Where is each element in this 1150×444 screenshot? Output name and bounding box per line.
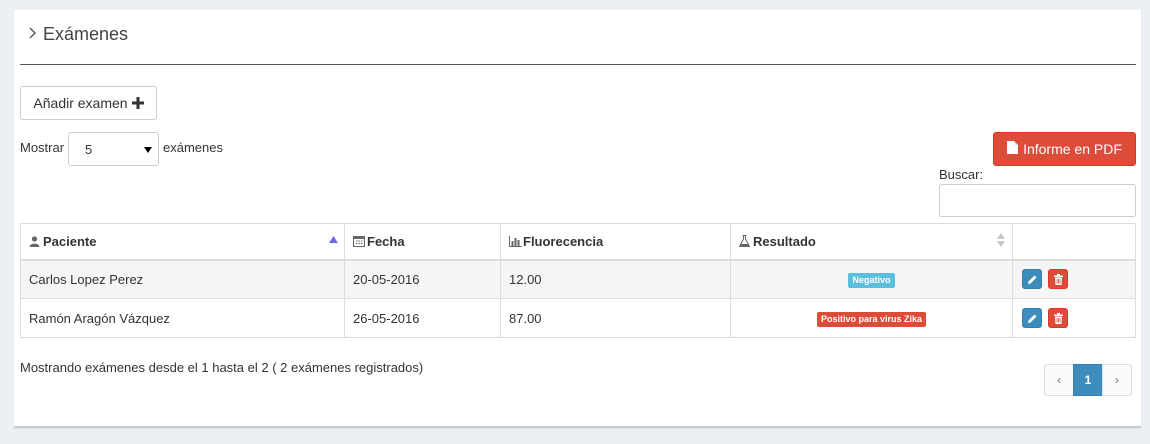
table-row[interactable]: Carlos Lopez Perez 20-05-2016 12.00 Nega… <box>20 259 1136 299</box>
file-icon <box>1007 141 1019 157</box>
length-prefix: Mostrar <box>20 140 65 155</box>
column-label: Fecha <box>367 233 405 249</box>
caret-down-icon <box>144 145 152 155</box>
column-label: Resultado <box>753 233 816 249</box>
page-title: Exámenes <box>43 24 129 44</box>
table-header-row: Paciente Fecha Fluorecencia Resultado <box>20 223 1136 261</box>
table-info: Mostrando exámenes desde el 1 hasta el 2… <box>20 360 424 375</box>
column-header-fluorecencia[interactable]: Fluorecencia <box>500 223 731 261</box>
cell-actions <box>1012 298 1136 338</box>
cell-paciente: Carlos Lopez Perez <box>20 259 345 299</box>
add-exam-button[interactable]: Añadir examen <box>20 86 157 120</box>
length-suffix: exámenes <box>163 140 223 155</box>
cell-fluorecencia: 12.00 <box>500 259 731 299</box>
cell-resultado: Positivo para virus Zika <box>730 298 1013 338</box>
cell-paciente: Ramón Aragón Vázquez <box>20 298 345 338</box>
pdf-report-label: Informe en PDF <box>1023 141 1122 157</box>
chevron-right-icon <box>28 26 37 42</box>
sort-both-icon <box>997 233 1005 248</box>
search-label: Buscar: <box>939 167 984 182</box>
search-input[interactable] <box>939 184 1136 217</box>
cell-fecha: 20-05-2016 <box>344 259 501 299</box>
add-exam-label: Añadir examen <box>33 95 128 111</box>
plus-icon <box>131 95 144 112</box>
column-header-paciente[interactable]: Paciente <box>20 223 345 261</box>
delete-button[interactable] <box>1047 269 1068 290</box>
exams-table: Paciente Fecha Fluorecencia Resultado Ca… <box>20 223 1136 338</box>
cell-fecha: 26-05-2016 <box>344 298 501 338</box>
result-badge: Positivo para virus Zika <box>816 311 927 327</box>
delete-button[interactable] <box>1047 308 1068 328</box>
page-button-1[interactable]: 1 <box>1073 364 1103 396</box>
bar-chart-icon <box>509 235 522 247</box>
prev-page-button[interactable]: ‹ <box>1044 364 1074 396</box>
page-length-value: 5 <box>85 141 93 157</box>
edit-button[interactable] <box>1022 269 1042 290</box>
column-header-resultado[interactable]: Resultado <box>730 223 1013 261</box>
edit-button[interactable] <box>1022 308 1042 328</box>
result-badge: Negativo <box>848 272 895 288</box>
sort-asc-icon <box>329 235 338 245</box>
cell-actions <box>1012 259 1136 299</box>
user-icon <box>29 235 40 247</box>
pdf-report-button[interactable]: Informe en PDF <box>993 132 1136 166</box>
column-header-actions <box>1012 223 1136 261</box>
next-page-button[interactable]: › <box>1102 364 1132 396</box>
flask-icon <box>738 234 751 247</box>
table-row[interactable]: Ramón Aragón Vázquez 26-05-2016 87.00 Po… <box>20 298 1136 338</box>
column-label: Fluorecencia <box>523 233 604 249</box>
header-divider <box>20 64 1136 65</box>
column-header-fecha[interactable]: Fecha <box>344 223 501 261</box>
page-length-select[interactable]: 5 <box>68 132 159 166</box>
pagination: ‹ 1 › <box>1044 364 1132 396</box>
cell-fluorecencia: 87.00 <box>500 298 731 338</box>
exams-panel: Exámenes Añadir examen Mostrar 5 exámene… <box>14 10 1141 428</box>
calendar-icon <box>353 235 365 247</box>
panel-header: Exámenes <box>28 24 128 45</box>
column-label: Paciente <box>43 233 97 249</box>
cell-resultado: Negativo <box>730 259 1013 299</box>
